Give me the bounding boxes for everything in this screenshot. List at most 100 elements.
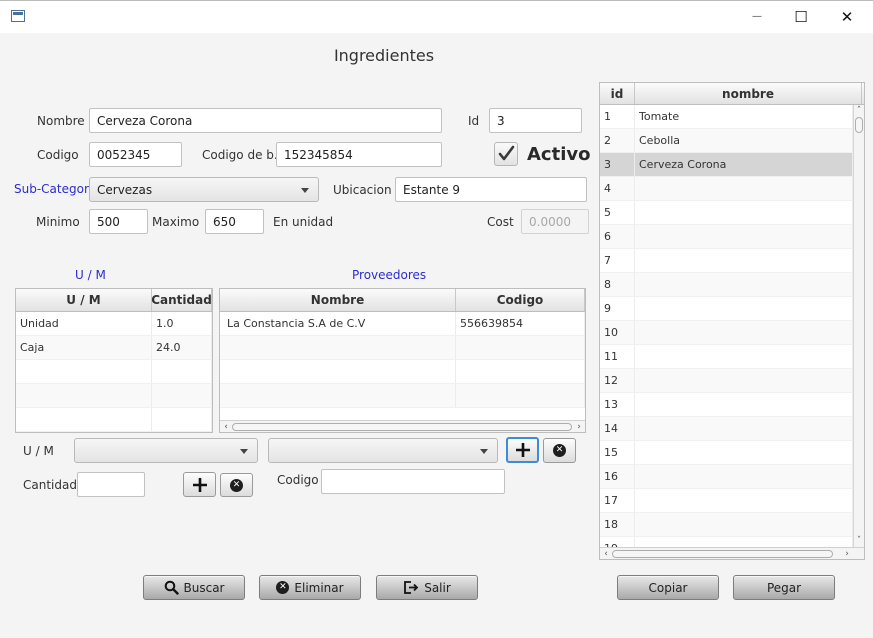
table-row[interactable]: 10: [600, 321, 864, 345]
table-row[interactable]: [16, 384, 212, 408]
minimo-input[interactable]: 500: [89, 209, 148, 234]
table-row[interactable]: [220, 384, 585, 408]
proveedor-codigo-column-header[interactable]: Codigo: [456, 289, 585, 311]
proveedores-horizontal-scrollbar[interactable]: ‹ ›: [220, 420, 585, 432]
subcategoria-selected-value: Cervezas: [97, 182, 153, 197]
table-cell: [635, 177, 853, 200]
table-cell: [152, 408, 212, 431]
table-row[interactable]: 13: [600, 393, 864, 417]
table-row[interactable]: [220, 360, 585, 384]
table-cell: 16: [600, 465, 635, 488]
table-cell: [456, 336, 585, 359]
scrollbar-thumb[interactable]: [855, 117, 863, 133]
activo-checkbox[interactable]: [494, 142, 518, 166]
table-cell: 6: [600, 225, 635, 248]
add-proveedor-button[interactable]: [506, 437, 539, 463]
proveedor-nombre-column-header[interactable]: Nombre: [220, 289, 456, 311]
scroll-left-icon[interactable]: ‹: [601, 548, 611, 559]
um-table[interactable]: U / M Cantidad Unidad 1.0 Caja 24.0: [15, 288, 213, 433]
scroll-up-icon[interactable]: ˆ: [854, 106, 864, 116]
um-select[interactable]: [74, 438, 258, 463]
ingredients-table[interactable]: id nombre 1 Tomate 2 Cebolla 3 Cerveza Corona…: [599, 82, 865, 560]
pegar-button[interactable]: Pegar: [733, 575, 835, 600]
table-cell: 9: [600, 297, 635, 320]
close-window-button[interactable]: ✕: [824, 0, 870, 33]
salir-button[interactable]: Salir: [376, 575, 478, 600]
remove-um-button[interactable]: ✕: [220, 473, 253, 497]
table-cell: [456, 384, 585, 407]
table-cell: 556639854: [456, 312, 585, 335]
plus-icon: [192, 477, 207, 492]
table-row[interactable]: 11: [600, 345, 864, 369]
table-row[interactable]: 17: [600, 489, 864, 513]
table-row[interactable]: Caja 24.0: [16, 336, 212, 360]
table-cell: [16, 384, 152, 407]
id-input[interactable]: 3: [489, 108, 582, 133]
codigo-barras-label: Codigo de b...: [202, 148, 286, 162]
proveedores-table[interactable]: Nombre Codigo La Constancia S.A de C.V 5…: [219, 288, 586, 433]
table-row[interactable]: 6: [600, 225, 864, 249]
ingredients-horizontal-scrollbar[interactable]: ‹ ›: [600, 547, 864, 559]
table-row[interactable]: Unidad 1.0: [16, 312, 212, 336]
table-cell: 15: [600, 441, 635, 464]
scroll-left-icon[interactable]: ‹: [221, 421, 231, 432]
ubicacion-input[interactable]: Estante 9: [395, 177, 587, 202]
nombre-input[interactable]: Cerveza Corona: [89, 108, 442, 133]
scrollbar-thumb[interactable]: [612, 550, 833, 558]
ingredients-vertical-scrollbar[interactable]: ˆ ˇ: [853, 105, 864, 549]
subcategoria-select[interactable]: Cervezas: [89, 177, 319, 202]
table-row[interactable]: [16, 408, 212, 432]
proveedor-codigo-input[interactable]: [321, 469, 505, 494]
scroll-right-icon[interactable]: ›: [574, 421, 584, 432]
scroll-down-icon[interactable]: ˇ: [854, 536, 864, 546]
cantidad-input[interactable]: [77, 472, 145, 497]
maximize-button[interactable]: ☐: [778, 0, 824, 33]
table-row[interactable]: 9: [600, 297, 864, 321]
table-row[interactable]: 2 Cebolla: [600, 129, 864, 153]
table-row[interactable]: 8: [600, 273, 864, 297]
table-cell: [16, 408, 152, 431]
codigo-barras-input[interactable]: 152345854: [276, 142, 442, 167]
maximo-input[interactable]: 650: [205, 209, 264, 234]
table-row[interactable]: 1 Tomate: [600, 105, 864, 129]
id-label: Id: [468, 114, 480, 128]
proveedor-select[interactable]: [268, 438, 498, 463]
minimize-button[interactable]: —: [734, 0, 780, 33]
nombre-column-header[interactable]: nombre: [635, 83, 862, 104]
table-row[interactable]: 3 Cerveza Corona: [600, 153, 864, 177]
table-row[interactable]: 4: [600, 177, 864, 201]
cantidad-label: Cantidad: [23, 478, 77, 492]
table-cell: 13: [600, 393, 635, 416]
copiar-button[interactable]: Copiar: [617, 575, 719, 600]
um-table-header: U / M Cantidad: [16, 289, 212, 312]
table-cell: Cebolla: [635, 129, 853, 152]
table-row[interactable]: 15: [600, 441, 864, 465]
um-select-label: U / M: [23, 444, 54, 458]
table-row[interactable]: 12: [600, 369, 864, 393]
ingredients-table-header: id nombre: [600, 83, 864, 105]
table-row[interactable]: 18: [600, 513, 864, 537]
pegar-button-label: Pegar: [766, 580, 802, 595]
table-cell: 18: [600, 513, 635, 536]
table-row[interactable]: La Constancia S.A de C.V 556639854: [220, 312, 585, 336]
table-row[interactable]: 5: [600, 201, 864, 225]
table-cell: 1.0: [152, 312, 212, 335]
table-row[interactable]: [16, 360, 212, 384]
um-column-header[interactable]: U / M: [16, 289, 152, 311]
scrollbar-thumb[interactable]: [232, 423, 572, 431]
eliminar-button-label: Eliminar: [294, 580, 344, 595]
buscar-button[interactable]: Buscar: [143, 575, 245, 600]
id-column-header[interactable]: id: [600, 83, 635, 104]
table-row[interactable]: 7: [600, 249, 864, 273]
eliminar-button[interactable]: ✕ Eliminar: [259, 575, 361, 600]
scroll-right-icon[interactable]: ›: [842, 548, 852, 559]
add-um-button[interactable]: [183, 472, 216, 497]
cantidad-column-header[interactable]: Cantidad: [151, 289, 212, 311]
table-row[interactable]: 14: [600, 417, 864, 441]
codigo-input[interactable]: 0052345: [89, 142, 182, 167]
remove-proveedor-button[interactable]: ✕: [543, 438, 576, 463]
table-cell: 24.0: [152, 336, 212, 359]
table-row[interactable]: 16: [600, 465, 864, 489]
table-row[interactable]: [220, 336, 585, 360]
table-cell: [635, 465, 853, 488]
